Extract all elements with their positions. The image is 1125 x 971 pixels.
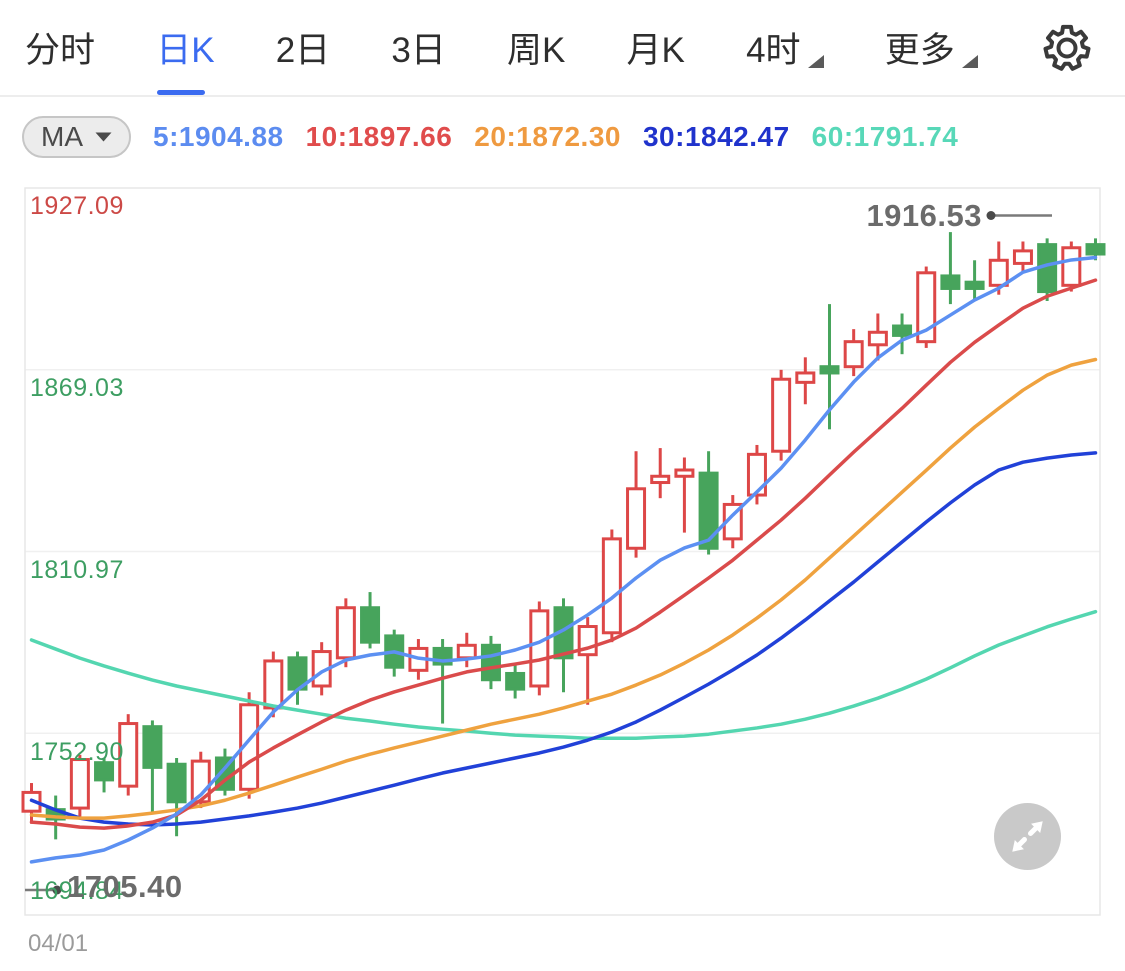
candlestick-chart[interactable] xyxy=(0,0,1125,971)
expand-arrows-icon xyxy=(994,803,1061,870)
high-price-annotation: 1916.53 xyxy=(866,198,982,234)
kline-app: 分时 日K 2日 3日 周K 月K 4时 更多 MA 5:1904.88 10:… xyxy=(0,0,1125,971)
y-axis-tick: 1927.09 xyxy=(30,192,124,221)
y-axis-tick: 1810.97 xyxy=(30,556,124,585)
expand-chart-button[interactable] xyxy=(994,803,1061,870)
x-axis-date-label: 04/01 xyxy=(28,930,88,958)
y-axis-tick: 1752.90 xyxy=(30,738,124,767)
y-axis-tick: 1869.03 xyxy=(30,374,124,403)
low-price-annotation: 1705.40 xyxy=(67,869,183,905)
